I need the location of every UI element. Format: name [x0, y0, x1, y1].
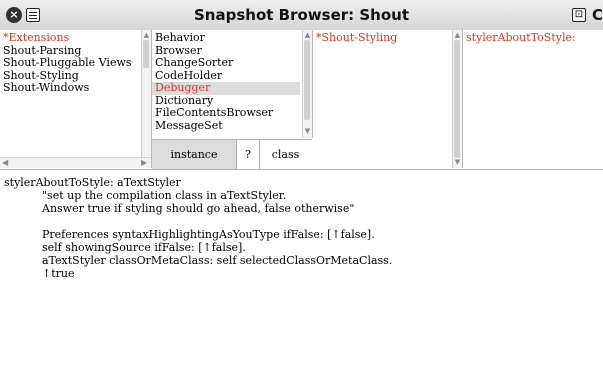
scroll-up-arrow-icon[interactable]: ▲ — [454, 32, 461, 39]
protocol-list-pane[interactable]: *Shout-Styling ▲ ▼ — [313, 30, 463, 168]
category-item-shout-pluggable-views[interactable]: Shout-Pluggable Views — [0, 56, 141, 70]
collapse-icon[interactable]: ⊡ — [572, 8, 586, 22]
protocol-list[interactable]: *Shout-Styling — [313, 31, 452, 45]
class-list[interactable]: Behavior Browser ChangeSorter CodeHolder… — [152, 31, 300, 133]
class-item-filecontentsbrowser[interactable]: FileContentsBrowser — [152, 106, 300, 120]
class-item-behavior[interactable]: Behavior — [152, 31, 300, 45]
code-line: Answer true if styling should go ahead, … — [42, 202, 355, 215]
scroll-right-arrow-icon[interactable]: ▶ — [141, 159, 147, 167]
code-line: ↑true — [42, 267, 75, 280]
category-item-extensions[interactable]: *Extensions — [0, 31, 141, 45]
code-line: stylerAboutToStyle: aTextStyler — [4, 176, 181, 189]
class-list-pane[interactable]: Behavior Browser ChangeSorter CodeHolder… — [152, 30, 313, 138]
class-vscrollbar[interactable]: ▲ ▼ — [302, 30, 312, 138]
scroll-thumb[interactable] — [143, 40, 149, 68]
code-line: aTextStyler classOrMetaClass: self selec… — [42, 254, 393, 267]
method-list[interactable]: stylerAboutToStyle: — [463, 31, 593, 45]
scroll-down-arrow-icon[interactable]: ▼ — [304, 128, 311, 135]
instance-button[interactable]: instance — [152, 140, 237, 169]
method-item-styler-about-to-style[interactable]: stylerAboutToStyle: — [463, 31, 593, 45]
window-title: Snapshot Browser: Shout — [194, 6, 409, 24]
code-editor[interactable]: stylerAboutToStyle: aTextStyler "set up … — [0, 169, 603, 373]
protocol-vscrollbar[interactable]: ▲ ▼ — [452, 30, 462, 168]
scroll-up-arrow-icon[interactable]: ▲ — [304, 32, 311, 39]
category-hscrollbar[interactable]: ◀ ▶ — [0, 157, 151, 168]
method-list-pane[interactable]: stylerAboutToStyle: — [463, 30, 603, 168]
class-button[interactable]: class — [260, 140, 311, 169]
scroll-left-arrow-icon[interactable]: ◀ — [2, 159, 8, 167]
category-list-pane[interactable]: *Extensions Shout-Parsing Shout-Pluggabl… — [0, 30, 152, 168]
class-item-messageset[interactable]: MessageSet — [152, 119, 300, 133]
protocol-item-shout-styling[interactable]: *Shout-Styling — [313, 31, 452, 45]
title-bar[interactable]: × Snapshot Browser: Shout ⊡ C — [0, 0, 603, 31]
class-side-toggle: instance ? class — [152, 139, 312, 169]
expand-icon[interactable]: C — [592, 6, 603, 24]
scroll-down-arrow-icon[interactable]: ▼ — [454, 159, 461, 166]
category-vscrollbar[interactable]: ▲ — [141, 30, 151, 158]
scroll-thumb[interactable] — [304, 40, 310, 120]
category-list[interactable]: *Extensions Shout-Parsing Shout-Pluggabl… — [0, 31, 141, 95]
class-item-changesorter[interactable]: ChangeSorter — [152, 56, 300, 70]
scroll-up-arrow-icon[interactable]: ▲ — [143, 32, 150, 39]
category-item-shout-windows[interactable]: Shout-Windows — [0, 81, 141, 95]
class-item-debugger[interactable]: Debugger — [152, 81, 300, 95]
code-line: self showingSource ifFalse: [↑false]. — [42, 241, 246, 254]
snapshot-browser-window: × Snapshot Browser: Shout ⊡ C *Extension… — [0, 0, 603, 373]
code-line: Preferences syntaxHighlightingAsYouType … — [42, 228, 375, 241]
code-line: "set up the compilation class in aTextSt… — [42, 189, 287, 202]
help-button[interactable]: ? — [237, 140, 260, 169]
scroll-thumb[interactable] — [454, 40, 460, 158]
